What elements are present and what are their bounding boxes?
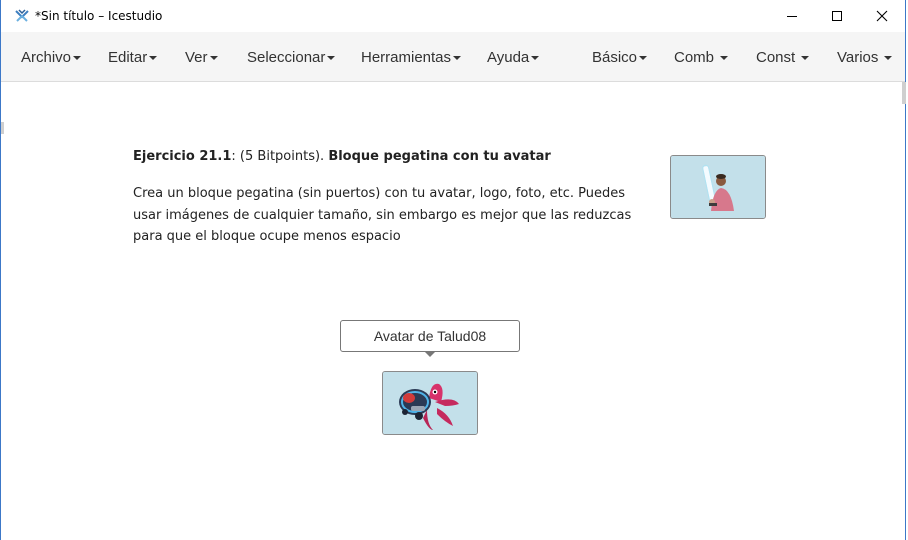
person-with-lightsaber-image bbox=[671, 156, 765, 218]
menu-ayuda[interactable]: Ayuda bbox=[487, 49, 540, 66]
menu-comb[interactable]: Comb bbox=[674, 49, 729, 66]
avatar-block-label[interactable]: Avatar de Talud08 bbox=[340, 320, 520, 352]
caret-down-icon bbox=[149, 56, 158, 61]
caret-down-icon bbox=[884, 56, 893, 61]
maximize-icon bbox=[832, 11, 842, 21]
title-bar[interactable]: *Sin título – Icestudio bbox=[1, 0, 905, 32]
caret-down-icon bbox=[73, 56, 82, 61]
menu-basico[interactable]: Básico bbox=[592, 49, 648, 66]
exercise-title: Ejercicio 21.1: (5 Bitpoints). Bloque pe… bbox=[133, 149, 551, 164]
close-icon bbox=[876, 10, 888, 22]
menu-editar[interactable]: Editar bbox=[108, 49, 158, 66]
robot-octopus-avatar-image bbox=[383, 372, 477, 434]
menu-varios[interactable]: Varios bbox=[837, 49, 893, 66]
exercise-info-block[interactable]: Ejercicio 21.1: (5 Bitpoints). Bloque pe… bbox=[133, 148, 633, 248]
label-pointer-icon bbox=[425, 352, 435, 357]
menu-ver[interactable]: Ver bbox=[185, 49, 218, 66]
menu-bar: Archivo Editar Ver Seleccionar Herramien… bbox=[1, 32, 905, 82]
caret-down-icon bbox=[639, 56, 648, 61]
menu-archivo[interactable]: Archivo bbox=[21, 49, 82, 66]
close-button[interactable] bbox=[859, 0, 905, 32]
menu-const[interactable]: Const bbox=[756, 49, 810, 66]
exercise-description: Crea un bloque pegatina (sin puertos) co… bbox=[133, 186, 632, 244]
caret-down-icon bbox=[531, 56, 540, 61]
caret-down-icon bbox=[209, 56, 218, 61]
menu-seleccionar[interactable]: Seleccionar bbox=[247, 49, 336, 66]
caret-down-icon bbox=[453, 56, 462, 61]
scrollbar-edge[interactable] bbox=[902, 82, 906, 104]
caret-down-icon bbox=[327, 56, 336, 61]
menu-herramientas[interactable]: Herramientas bbox=[361, 49, 462, 66]
info-image-block[interactable] bbox=[670, 155, 766, 219]
app-window: *Sin título – Icestudio Archivo Editar V… bbox=[0, 0, 906, 540]
icestudio-logo-icon bbox=[15, 9, 29, 22]
minimize-button[interactable] bbox=[769, 0, 815, 32]
caret-down-icon bbox=[801, 56, 810, 61]
avatar-image-block[interactable] bbox=[382, 371, 478, 435]
maximize-button[interactable] bbox=[814, 0, 860, 32]
left-edge-marker bbox=[1, 122, 4, 134]
minimize-icon bbox=[787, 16, 797, 17]
window-title: *Sin título – Icestudio bbox=[35, 9, 163, 23]
caret-down-icon bbox=[720, 56, 729, 61]
